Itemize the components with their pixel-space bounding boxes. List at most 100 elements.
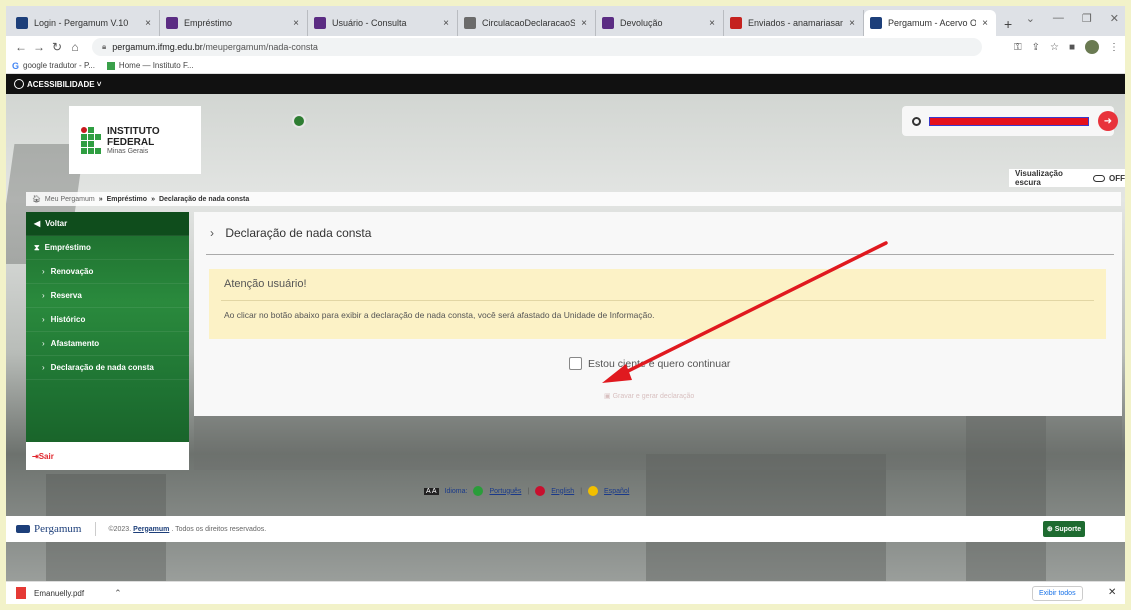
web-page: ACESSIBILIDADE ˅ INSTITUTO FEDERAL Minas…: [6, 74, 1125, 581]
site-favicon-icon: [314, 17, 326, 29]
close-icon[interactable]: ×: [709, 18, 715, 29]
page-title: › Declaração de nada consta: [210, 226, 372, 240]
uk-flag-icon: [535, 486, 546, 496]
sidebar-item-nada-consta[interactable]: › Declaração de nada consta: [26, 356, 189, 380]
profile-avatar-icon[interactable]: [1085, 40, 1099, 54]
close-icon[interactable]: ×: [293, 18, 299, 29]
exit-icon: ⇥: [32, 451, 39, 461]
sidebar-back[interactable]: ◀ Voltar: [26, 212, 189, 236]
minimize-icon[interactable]: —: [1053, 12, 1064, 25]
new-tab-button[interactable]: +: [1004, 16, 1012, 32]
lang-portugues[interactable]: Português: [489, 488, 521, 495]
sidepanel-icon[interactable]: ■: [1069, 42, 1075, 53]
lock-icon: 🔒︎: [102, 42, 107, 51]
key-icon[interactable]: ⚿: [1014, 42, 1022, 53]
close-download-shelf-icon[interactable]: ✕: [1108, 587, 1116, 598]
breadcrumb-home[interactable]: Meu Pergamum: [45, 196, 95, 203]
close-icon[interactable]: ×: [581, 18, 587, 29]
tab-acervo-online[interactable]: Pergamum - Acervo Online ×: [864, 10, 996, 36]
user-icon: [912, 116, 921, 126]
generate-declaration-button[interactable]: ▣ Gravar e gerar declaração: [604, 392, 694, 400]
toggle-icon: [1093, 174, 1105, 182]
back-arrow-icon[interactable]: ←: [12, 40, 30, 54]
title-divider: [206, 254, 1114, 255]
user-name-redacted: [929, 116, 1089, 126]
chevron-up-icon[interactable]: ⌃: [114, 588, 122, 599]
accessibility-bar[interactable]: ACESSIBILIDADE ˅: [6, 74, 1125, 94]
gmail-favicon-icon: [730, 17, 742, 29]
support-button[interactable]: ⊕ Suporte: [1043, 521, 1085, 537]
sidebar-item-renovacao[interactable]: › Renovação: [26, 260, 189, 284]
if-logo-icon: [81, 126, 101, 154]
home-icon[interactable]: ⌂: [66, 40, 84, 54]
breadcrumb-emprestimo[interactable]: Empréstimo: [107, 196, 147, 203]
pergamum-link[interactable]: Pergamum: [133, 526, 169, 533]
acknowledge-checkbox[interactable]: [569, 357, 582, 370]
bookmark-instituto[interactable]: Home — Instituto F...: [106, 61, 194, 70]
notification-bell-icon[interactable]: [292, 114, 306, 128]
pdf-file-icon: [16, 587, 26, 599]
language-label: Idioma:: [444, 487, 468, 495]
browser-window: Login - Pergamum V.10 × Empréstimo × Usu…: [6, 6, 1125, 604]
brazil-flag-icon: [473, 486, 484, 496]
lang-english[interactable]: English: [551, 488, 574, 495]
sidebar-item-afastamento[interactable]: › Afastamento: [26, 332, 189, 356]
share-icon[interactable]: ⇪: [1032, 42, 1040, 53]
close-icon[interactable]: ×: [982, 18, 988, 29]
back-circle-icon: ◀: [34, 219, 41, 228]
acknowledge-checkbox-row[interactable]: Estou ciente e quero continuar: [569, 357, 730, 370]
font-size-icon[interactable]: A A: [424, 487, 439, 495]
breadcrumb: 🏠︎ Meu Pergamum » Empréstimo » Declaraçã…: [26, 192, 1121, 206]
restore-icon[interactable]: ❐: [1082, 12, 1092, 25]
bookmarks-bar: G google tradutor - P... Home — Institut…: [6, 58, 1125, 74]
chevron-right-icon: ›: [210, 226, 214, 240]
site-favicon-icon: [602, 17, 614, 29]
user-box[interactable]: ➜: [902, 106, 1118, 136]
tab-usuario-consulta[interactable]: Usuário - Consulta ×: [308, 10, 458, 36]
close-icon[interactable]: ×: [145, 18, 151, 29]
tab-emprestimo[interactable]: Empréstimo ×: [160, 10, 308, 36]
institution-logo[interactable]: INSTITUTO FEDERAL Minas Gerais: [69, 106, 201, 174]
show-all-downloads-button[interactable]: Exibir todos: [1032, 586, 1083, 601]
site-favicon-icon: [166, 17, 178, 29]
menu-dots-icon[interactable]: ⋮: [1109, 42, 1119, 53]
tab-login[interactable]: Login - Pergamum V.10 ×: [10, 10, 160, 36]
dark-mode-toggle[interactable]: Visualização escura OFF: [1009, 169, 1125, 187]
sidebar-section-emprestimo[interactable]: ⧗ Empréstimo: [26, 236, 189, 260]
sidebar-item-historico[interactable]: › Histórico: [26, 308, 189, 332]
language-bar: A A Idioma: Português | English | Españo…: [424, 486, 630, 496]
alert-title: Atenção usuário!: [224, 278, 307, 290]
close-icon[interactable]: ×: [443, 18, 449, 29]
pergamum-favicon-icon: [16, 17, 28, 29]
close-icon[interactable]: ×: [849, 18, 855, 29]
pergamum-logo[interactable]: Pergamum: [16, 523, 81, 535]
download-item[interactable]: Emanuelly.pdf: [34, 589, 84, 598]
window-close-icon[interactable]: ✕: [1110, 12, 1119, 25]
alert-divider: [221, 300, 1094, 301]
support-icon: ⊕: [1046, 526, 1053, 533]
tab-gmail-enviados[interactable]: Enviados - anamariasamora@ ×: [724, 10, 864, 36]
spain-flag-icon: [588, 486, 599, 496]
tab-search-icon[interactable]: ⌄: [1026, 12, 1035, 25]
chevron-right-icon: ›: [42, 339, 45, 348]
tab-devolucao[interactable]: Devolução ×: [596, 10, 724, 36]
sidebar-exit[interactable]: ⇥ Sair: [26, 442, 189, 470]
bookmark-google-tradutor[interactable]: G google tradutor - P...: [12, 61, 95, 71]
main-content: › Declaração de nada consta Atenção usuá…: [194, 212, 1122, 416]
sidebar-item-reserva[interactable]: › Reserva: [26, 284, 189, 308]
url-field[interactable]: 🔒︎ pergamum.ifmg.edu.br /meupergamum/nad…: [92, 38, 982, 56]
window-controls: ⌄ — ❐ ✕: [1026, 12, 1119, 25]
chevron-right-icon: ›: [42, 363, 45, 372]
logout-button[interactable]: ➜: [1098, 111, 1118, 131]
reload-icon[interactable]: ↻: [48, 40, 66, 54]
warning-alert: Atenção usuário! Ao clicar no botão abai…: [209, 269, 1106, 339]
chevron-right-icon: ›: [42, 267, 45, 276]
logo-subtitle: Minas Gerais: [107, 147, 149, 155]
forward-arrow-icon[interactable]: →: [30, 40, 48, 54]
download-shelf: Emanuelly.pdf ⌃ Exibir todos ✕: [6, 581, 1125, 604]
star-icon[interactable]: ☆: [1050, 42, 1059, 53]
tab-circulacao[interactable]: CirculacaoDeclaracaoServlet ×: [458, 10, 596, 36]
acknowledge-label: Estou ciente e quero continuar: [588, 357, 731, 370]
lang-espanol[interactable]: Español: [604, 488, 629, 495]
footer: Pergamum ©2023. Pergamum . Todos os dire…: [6, 516, 1125, 542]
